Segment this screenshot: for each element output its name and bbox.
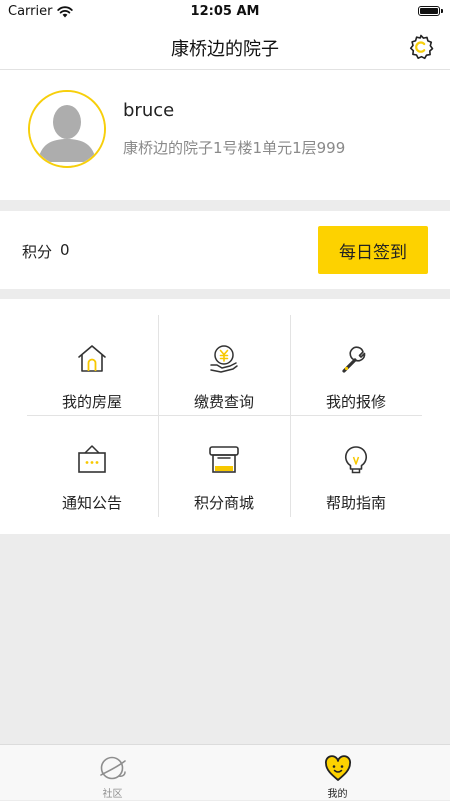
battery-icon [418, 6, 443, 16]
shop-icon [209, 446, 239, 473]
username: bruce [123, 100, 175, 121]
status-bar: Carrier 12:05 AM [0, 0, 450, 24]
tab-mine[interactable]: 我的 [225, 745, 450, 801]
function-menu: 我的房屋 缴费查询 我的报修 通知公告 积分商城 帮助指南 [0, 299, 450, 534]
menu-item-my-repair[interactable]: 我的报修 [290, 307, 422, 411]
points-bar: 积分 0 每日签到 [0, 211, 450, 289]
house-icon [78, 345, 106, 372]
menu-item-label: 积分商城 [193, 494, 254, 512]
points-display: 积分 0 [22, 241, 70, 262]
menu-item-points-mall[interactable]: 积分商城 [158, 408, 290, 512]
points-value: 0 [60, 241, 70, 259]
tab-label: 我的 [327, 789, 348, 800]
wrench-icon [342, 346, 366, 373]
profile-card[interactable]: bruce 康桥边的院子1号楼1单元1层999 [0, 70, 450, 200]
tab-label: 社区 [102, 789, 123, 800]
planet-icon [99, 756, 126, 780]
settings-button[interactable] [406, 32, 436, 62]
status-time: 12:05 AM [190, 4, 260, 19]
payment-icon [210, 345, 238, 373]
menu-item-label: 帮助指南 [325, 494, 386, 512]
page-title: 康桥边的院子 [171, 39, 279, 60]
menu-item-help-guide[interactable]: 帮助指南 [290, 408, 422, 512]
user-silhouette-icon [30, 92, 104, 166]
tab-community[interactable]: 社区 [0, 745, 225, 801]
points-label: 积分 [22, 243, 53, 261]
heart-icon [324, 755, 351, 781]
lightbulb-icon [344, 446, 368, 474]
tab-bar: 社区 我的 [0, 744, 450, 800]
menu-item-payment-query[interactable]: 缴费查询 [158, 307, 290, 411]
nav-bar: 康桥边的院子 [0, 24, 450, 70]
user-address: 康桥边的院子1号楼1单元1层999 [123, 139, 346, 157]
menu-item-notice[interactable]: 通知公告 [26, 408, 158, 512]
menu-item-my-house[interactable]: 我的房屋 [26, 307, 158, 411]
menu-item-label: 通知公告 [61, 494, 122, 512]
daily-signin-button[interactable]: 每日签到 [318, 226, 428, 274]
notice-board-icon [78, 445, 106, 473]
avatar[interactable] [28, 90, 106, 168]
gear-icon [409, 34, 434, 60]
